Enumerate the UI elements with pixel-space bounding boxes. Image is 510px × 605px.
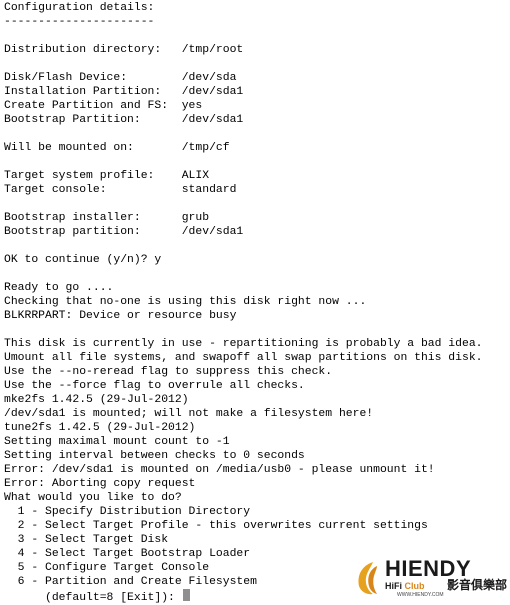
- terminal-line: tune2fs 1.42.5 (29-Jul-2012): [4, 422, 196, 434]
- logo-cjk-text: 影音俱樂部: [447, 578, 508, 592]
- terminal-line: Use the --force flag to overrule all che…: [4, 380, 305, 392]
- terminal-line: Will be mounted on: /tmp/cf: [4, 142, 230, 154]
- terminal-line: Checking that no-one is using this disk …: [4, 296, 367, 308]
- terminal-line: This disk is currently in use - repartit…: [4, 338, 483, 350]
- terminal-line: Umount all file systems, and swapoff all…: [4, 352, 483, 364]
- terminal-line: 3 - Select Target Disk: [4, 534, 169, 546]
- terminal-line: ----------------------: [4, 16, 155, 28]
- logo-sub-hifi: HiFi: [385, 581, 405, 591]
- terminal-line: Target system profile: ALIX: [4, 170, 210, 182]
- terminal-line: Bootstrap installer: grub: [4, 212, 210, 224]
- terminal-line: 2 - Select Target Profile - this overwri…: [4, 520, 428, 532]
- terminal-line: Use the --no-reread flag to suppress thi…: [4, 366, 333, 378]
- terminal-line: Error: Aborting copy request: [4, 478, 196, 490]
- terminal-line: 1 - Specify Distribution Directory: [4, 506, 251, 518]
- terminal-line: Target console: standard: [4, 184, 237, 196]
- terminal-line: Setting maximal mount count to -1: [4, 436, 230, 448]
- logo-brand-text: HIENDY: [385, 556, 472, 581]
- logo-url-text: WWW.HIENDY.COM: [397, 592, 444, 598]
- terminal-line: mke2fs 1.42.5 (29-Jul-2012): [4, 394, 189, 406]
- terminal-output: Configuration details: ------------------…: [4, 1, 508, 604]
- terminal-line: Create Partition and FS: yes: [4, 100, 203, 112]
- terminal-line: What would you like to do?: [4, 492, 182, 504]
- terminal-line: Installation Partition: /dev/sda1: [4, 86, 244, 98]
- terminal-line: Bootstrap partition: /dev/sda1: [4, 226, 244, 238]
- terminal-line: Disk/Flash Device: /dev/sda: [4, 72, 237, 84]
- terminal-line: Bootstrap Partition: /dev/sda1: [4, 114, 244, 126]
- prompt-text: (default=8 [Exit]):: [4, 592, 182, 604]
- terminal-line: Distribution directory: /tmp/root: [4, 44, 244, 56]
- text-cursor: [182, 589, 190, 601]
- terminal-line: Ready to go ....: [4, 282, 114, 294]
- terminal-line: OK to continue (y/n)? y: [4, 254, 162, 266]
- hiendy-logo-icon: [358, 562, 377, 595]
- terminal-line: Configuration details:: [4, 2, 155, 14]
- terminal-line: Error: /dev/sda1 is mounted on /media/us…: [4, 464, 435, 476]
- terminal-line: /dev/sda1 is mounted; will not make a fi…: [4, 408, 374, 420]
- terminal-line: Setting interval between checks to 0 sec…: [4, 450, 305, 462]
- logo-sub-club: Club: [404, 581, 425, 591]
- logo-sub-text: HiFi Club: [385, 581, 425, 591]
- hiendy-watermark-logo: HIENDY HiFi Club 影音俱樂部 WWW.HIENDY.COM: [355, 556, 507, 600]
- terminal-line: BLKRRPART: Device or resource busy: [4, 310, 237, 322]
